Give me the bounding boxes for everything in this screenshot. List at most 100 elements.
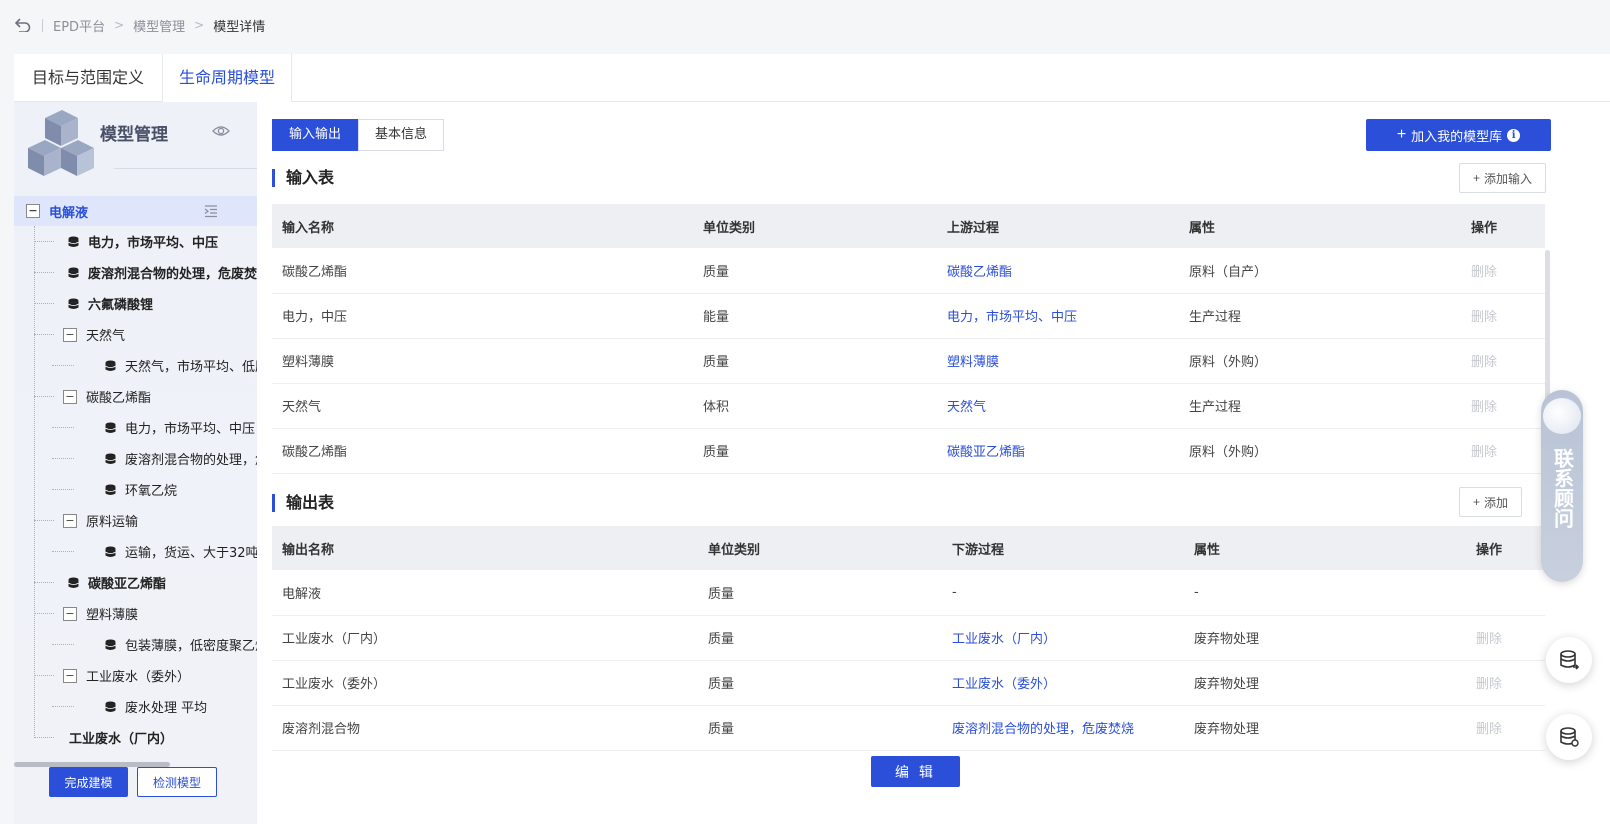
breadcrumb-item-current: 模型详情	[213, 19, 266, 35]
tree-item-label: 电力，市场平均、中压	[125, 422, 256, 437]
tree-item-label: 六氟磷酸锂	[88, 298, 154, 313]
tree-connector	[34, 272, 54, 273]
edit-button[interactable]: 编 辑	[871, 756, 960, 787]
delete-button[interactable]: 删除	[1461, 428, 1545, 474]
table-cell: 碳酸乙烯酯	[272, 428, 693, 474]
breadcrumb-divider	[42, 18, 43, 32]
check-model-button[interactable]: 检测模型	[137, 767, 217, 797]
process-link[interactable]: 电力，市场平均、中压	[937, 293, 1179, 339]
database-icon	[105, 546, 116, 557]
tree-item-label: 运输，货运、大于32吨	[125, 546, 257, 561]
tab-lifecycle-model[interactable]: 生命周期模型	[162, 54, 292, 103]
list-indent-icon[interactable]	[204, 204, 218, 218]
finish-modeling-button[interactable]: 完成建模	[49, 767, 128, 797]
delete-button[interactable]: 删除	[1461, 338, 1545, 384]
process-link[interactable]: 废溶剂混合物的处理，危废焚烧	[942, 705, 1184, 751]
process-link[interactable]: 碳酸亚乙烯酯	[937, 428, 1179, 474]
process-link[interactable]: 天然气	[937, 383, 1179, 429]
eye-icon[interactable]	[212, 124, 230, 138]
tree-item[interactable]: 天然气，市场平均、低压	[14, 350, 257, 381]
table-cell: 废溶剂混合物	[272, 705, 698, 751]
plus-icon: +	[1473, 171, 1481, 185]
contact-advisor-widget[interactable]: 联系顾问	[1541, 390, 1583, 582]
delete-button[interactable]: 删除	[1461, 248, 1545, 294]
tree-connector	[52, 644, 74, 645]
collapse-toggle-icon[interactable]: −	[63, 606, 77, 621]
breadcrumb-item-model-management[interactable]: 模型管理	[133, 16, 185, 35]
tree-item-label: 电力，市场平均、中压	[88, 236, 219, 251]
process-link[interactable]: 碳酸乙烯酯	[937, 248, 1179, 294]
divider	[114, 168, 257, 169]
back-icon[interactable]	[14, 16, 32, 34]
table-cell: 原料（外购）	[1179, 428, 1461, 474]
table-cell: 生产过程	[1179, 383, 1461, 429]
delete-button[interactable]: 删除	[1461, 383, 1545, 429]
tree-connector	[52, 706, 74, 707]
tree-item[interactable]: 电力，市场平均、中压	[14, 412, 257, 443]
table-cell: 碳酸乙烯酯	[272, 248, 693, 294]
tree-item[interactable]: 碳酸亚乙烯酯	[14, 567, 257, 598]
delete-button[interactable]: 删除	[1466, 615, 1545, 661]
tree-item-label: 废水处理 平均	[125, 701, 208, 716]
tree-item[interactable]: 废水处理 平均	[14, 691, 257, 722]
tree-item-label: 天然气	[86, 329, 126, 344]
collapse-toggle-icon[interactable]: −	[63, 668, 77, 683]
output-table: 输出名称 单位类别 下游过程 属性 操作 电解液 质量 - - 工业废水（厂内） 质量 工业废水（厂…	[272, 526, 1545, 751]
collapse-toggle-icon[interactable]: −	[63, 389, 77, 404]
model-tree: − 电解液 电力，市场平均、中压 废溶剂混合物的处理，危废焚烧 六氟磷酸锂 − 天然气 天然气…	[14, 196, 257, 753]
process-link[interactable]: 工业废水（厂内）	[942, 615, 1184, 661]
table-row: 电解液 质量 - -	[272, 570, 1545, 616]
tree-item-label: 废溶剂混合物的处理，危废焚烧	[125, 453, 257, 468]
table-cell: 工业废水（厂内）	[272, 615, 698, 661]
add-input-button[interactable]: + 添加输入	[1459, 163, 1547, 193]
add-output-button[interactable]: + 添加	[1459, 487, 1523, 517]
tree-connector	[52, 427, 74, 428]
table-row: 碳酸乙烯酯 质量 碳酸亚乙烯酯 原料（外购） 删除	[272, 428, 1545, 474]
tree-root-item[interactable]: − 电解液	[14, 196, 257, 226]
tree-item[interactable]: − 塑料薄膜	[14, 598, 257, 629]
database-icon	[105, 360, 116, 371]
tree-item[interactable]: − 工业废水（委外）	[14, 660, 257, 691]
process-link[interactable]: 塑料薄膜	[937, 338, 1179, 384]
tree-item[interactable]: 废溶剂混合物的处理，危废焚烧	[14, 257, 257, 288]
chevron-right-icon: >	[114, 18, 125, 32]
collapse-toggle-icon[interactable]: −	[63, 513, 77, 528]
segment-basic-info[interactable]: 基本信息	[358, 119, 445, 151]
tree-item[interactable]: − 碳酸乙烯酯	[14, 381, 257, 412]
tree-connector	[34, 226, 35, 738]
tree-item[interactable]: 环氧乙烷	[14, 474, 257, 505]
database-icon	[68, 298, 79, 309]
segment-input-output[interactable]: 输入输出	[272, 119, 359, 151]
add-to-model-library-button[interactable]: + 加入我的模型库 i	[1366, 119, 1551, 151]
table-cell: 原料（外购）	[1179, 338, 1461, 384]
tree-item[interactable]: 包装薄膜，低密度聚乙烯	[14, 629, 257, 660]
database-export-icon[interactable]	[1546, 637, 1592, 683]
collapse-toggle-icon[interactable]: −	[26, 204, 40, 218]
process-link[interactable]: 工业废水（委外）	[942, 660, 1184, 706]
database-icon[interactable]	[1546, 714, 1592, 760]
column-header: 单位类别	[698, 526, 942, 570]
tree-item[interactable]: 废溶剂混合物的处理，危废焚烧	[14, 443, 257, 474]
tab-goal-scope[interactable]: 目标与范围定义	[14, 54, 162, 102]
delete-button[interactable]: 删除	[1461, 293, 1545, 339]
tree-item[interactable]: 运输，货运、大于32吨	[14, 536, 257, 567]
database-icon	[105, 639, 116, 650]
tree-item[interactable]: 电力，市场平均、中压	[14, 226, 257, 257]
tree-item[interactable]: − 原料运输	[14, 505, 257, 536]
tree-item-label: 工业废水（委外）	[86, 670, 191, 685]
column-header: 输出名称	[272, 526, 698, 570]
delete-button[interactable]: 删除	[1466, 660, 1545, 706]
breadcrumb-item-platform[interactable]: EPD平台	[53, 16, 105, 35]
table-cell	[1466, 570, 1545, 616]
tree-connector	[34, 737, 54, 738]
tree-item[interactable]: 工业废水（厂内）	[14, 722, 257, 753]
tree-item[interactable]: − 天然气	[14, 319, 257, 350]
delete-button[interactable]: 删除	[1466, 705, 1545, 751]
database-icon	[68, 577, 79, 588]
tree-item[interactable]: 六氟磷酸锂	[14, 288, 257, 319]
model-tree-panel: 模型管理 − 电解液 电力，市场平均、中压 废溶剂混合物的处理，危废焚烧 六氟磷酸锂 − 天…	[14, 102, 257, 824]
column-header: 下游过程	[942, 526, 1184, 570]
collapse-toggle-icon[interactable]: −	[63, 327, 77, 342]
column-header: 属性	[1184, 526, 1466, 570]
chevron-right-icon: >	[194, 18, 205, 32]
